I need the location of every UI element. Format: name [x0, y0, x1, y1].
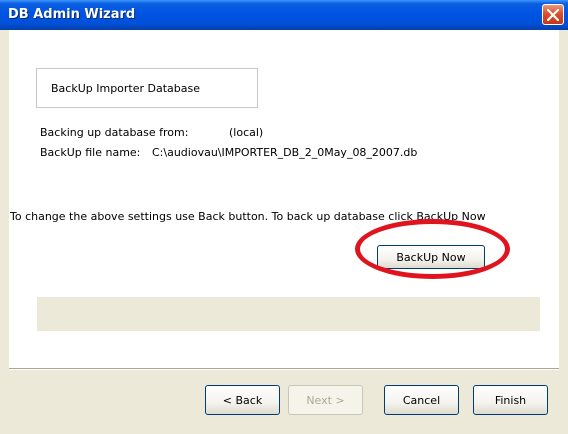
window-frame-left: [0, 30, 9, 434]
source-value: (local): [229, 126, 264, 139]
close-icon: [547, 9, 559, 21]
source-label: Backing up database from:: [40, 126, 189, 139]
footer-separator: [9, 368, 559, 370]
step-header: BackUp Importer Database: [51, 82, 201, 95]
next-button: Next >: [288, 385, 363, 415]
wizard-content-panel: BackUp Importer Database Backing up data…: [9, 30, 559, 368]
window-frame-right: [559, 30, 568, 434]
window-title: DB Admin Wizard: [8, 7, 136, 22]
cancel-button[interactable]: Cancel: [384, 385, 459, 415]
backup-now-button[interactable]: BackUp Now: [377, 245, 485, 269]
instruction-text: To change the above settings use Back bu…: [10, 210, 486, 223]
step-header-box: BackUp Importer Database: [36, 68, 258, 108]
wizard-window: DB Admin Wizard BackUp Importer Database…: [0, 0, 568, 434]
title-bar[interactable]: DB Admin Wizard: [0, 0, 568, 30]
close-button[interactable]: [542, 4, 564, 25]
backup-progress-bar: [37, 297, 540, 331]
file-path-value: C:\audiovau\IMPORTER_DB_2_0May_08_2007.d…: [152, 146, 418, 159]
file-label: BackUp file name:: [40, 146, 141, 159]
finish-button[interactable]: Finish: [473, 385, 548, 415]
back-button[interactable]: < Back: [205, 385, 280, 415]
